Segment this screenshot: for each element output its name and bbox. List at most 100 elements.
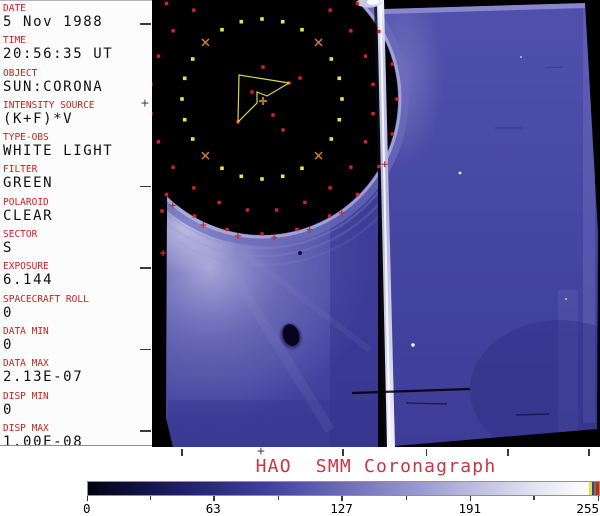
outer-red-ring <box>355 1 360 6</box>
field-value: GREEN <box>3 175 54 192</box>
mid-red-ring <box>371 111 375 116</box>
field-value: 6.144 <box>3 272 54 289</box>
outer-red-ring <box>355 192 360 197</box>
field-value: 0 <box>3 336 14 353</box>
inner-yellow-ring <box>220 166 224 171</box>
inner-yellow-ring <box>220 27 224 32</box>
sidebar-field: SPACECRAFT ROLL 0 <box>0 294 152 326</box>
outer-red-ring <box>192 214 197 218</box>
field-label: TIME <box>3 35 26 47</box>
colorbar-minor-tick <box>150 496 152 500</box>
mid-red-ring <box>303 200 307 205</box>
field-label: SECTOR <box>3 229 38 241</box>
sidebar-field: EXPOSURE 6.144 <box>0 261 152 293</box>
mid-red-ring <box>274 208 279 212</box>
mid-red-ring <box>245 208 250 212</box>
field-label: INTENSITY SOURCE <box>3 99 95 111</box>
mid-red-ring <box>192 186 196 190</box>
image-title: HAO SMM Coronagraph <box>255 456 497 477</box>
left-axis-tick <box>140 430 151 432</box>
pointer-center-dot <box>261 99 265 103</box>
inner-yellow-ring <box>340 97 344 101</box>
field-label: SPACECRAFT ROLL <box>3 293 89 305</box>
field-value: 0 <box>3 401 14 418</box>
left-axis-tick <box>140 23 151 25</box>
inner-yellow-ring <box>280 19 285 24</box>
inner-yellow-ring <box>260 17 264 21</box>
inner-yellow-ring <box>239 174 244 179</box>
inner-yellow-ring <box>300 27 304 32</box>
inner-yellow-ring <box>300 166 304 171</box>
sidebar-fields: DATE 5 Nov 1988 TIME 20:56:35 UT OBJECT SUN:C… <box>0 3 152 446</box>
sidebar-field: OBJECT SUN:CORONA <box>0 68 152 100</box>
mid-red-ring <box>363 140 368 144</box>
star-speck <box>458 171 462 175</box>
inner-yellow-ring <box>337 76 342 81</box>
sidebar-field: DATA MAX 2.13E-07 <box>0 358 152 390</box>
bottom-axis-tick <box>425 449 427 456</box>
sidebar-field: DATE 5 Nov 1988 <box>0 3 152 35</box>
left-axis-tick <box>140 267 151 269</box>
inner-yellow-ring <box>190 137 195 141</box>
colorbar-minor-tick <box>405 496 407 500</box>
outer-red-ring <box>260 232 264 236</box>
extra-red-dot <box>298 76 302 80</box>
mid-red-ring <box>363 54 368 58</box>
mid-red-ring <box>217 200 221 205</box>
outer-red-ring <box>377 29 381 34</box>
colorbar-label: 63 <box>205 501 221 516</box>
coronagraph-canvas <box>125 0 600 447</box>
outer-red-ring <box>390 62 395 66</box>
extra-red-dot <box>271 113 275 117</box>
sidebar-field: DISP MIN 0 <box>0 391 152 423</box>
outer-red-ring <box>327 214 332 218</box>
sidebar-field: SECTOR S <box>0 229 152 261</box>
field-value: WHITE LIGHT <box>3 143 114 160</box>
colorbar-label: 255 <box>576 501 599 516</box>
sidebar-field: TYPE-OBS WHITE LIGHT <box>0 132 152 164</box>
colorbar-end-stripe <box>595 482 599 495</box>
field-label: EXPOSURE <box>3 261 49 273</box>
outer-red-ring <box>295 227 299 232</box>
inner-yellow-ring <box>180 97 184 101</box>
left-axis-tick <box>140 348 151 350</box>
mid-red-ring <box>149 111 153 116</box>
field-label: FILTER <box>3 164 38 176</box>
colorbar-minor-tick <box>277 496 280 500</box>
sidebar-field: FILTER GREEN <box>0 164 152 196</box>
field-label: DISP MAX <box>3 422 49 434</box>
inner-yellow-ring <box>337 117 342 122</box>
inner-yellow-ring <box>190 57 195 61</box>
colorbar-label: 191 <box>458 501 482 516</box>
left-axis-tick <box>140 185 151 187</box>
field-label: TYPE-OBS <box>3 132 49 144</box>
field-label: DATE <box>3 3 26 14</box>
field-value: CLEAR <box>3 207 54 224</box>
mid-red-ring <box>149 82 153 87</box>
mid-red-ring <box>171 29 175 33</box>
mid-red-ring <box>156 54 161 58</box>
extra-red-dot <box>250 90 254 94</box>
inner-yellow-ring <box>329 137 334 141</box>
outer-red-ring <box>390 132 395 136</box>
inner-yellow-ring <box>329 57 334 61</box>
mid-red-ring <box>349 29 353 33</box>
sidebar-field: POLAROID CLEAR <box>0 197 152 229</box>
field-value: (K+F)*V <box>3 110 74 127</box>
colorbar-minor-tick <box>533 496 535 500</box>
field-label: DATA MIN <box>3 325 49 337</box>
field-value: 1.00E-08 <box>3 433 84 446</box>
outer-red-ring <box>377 164 381 169</box>
mid-red-ring <box>328 8 332 12</box>
inner-yellow-ring <box>182 117 187 122</box>
field-value: 20:56:35 UT <box>3 46 114 63</box>
sidebar-field: INTENSITY SOURCE (K+F)*V <box>0 100 152 132</box>
app-window: { "sidebar": { "bg": "#fcfcfc", "label_c… <box>0 0 600 516</box>
field-value: 5 Nov 1988 <box>3 14 104 30</box>
field-value: 2.13E-07 <box>3 369 84 386</box>
mid-red-ring <box>192 8 196 12</box>
bottom-axis-tick <box>507 449 509 456</box>
colorbar-label: 127 <box>330 501 353 516</box>
outer-red-ring <box>164 1 169 6</box>
inner-yellow-ring <box>182 76 187 81</box>
